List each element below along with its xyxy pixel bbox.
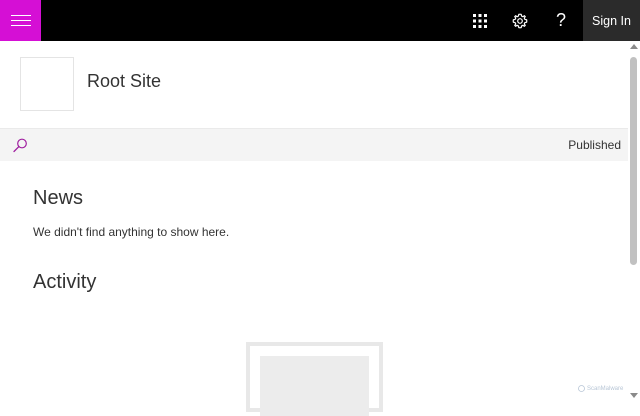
vertical-scrollbar[interactable] [628, 41, 640, 404]
watermark-text: ScanMalware [587, 385, 624, 392]
site-title[interactable]: Root Site [87, 71, 161, 92]
suite-bar: ? Sign In [0, 0, 640, 41]
help-button[interactable]: ? [541, 0, 581, 41]
hamburger-icon [10, 14, 31, 28]
help-icon: ? [555, 10, 566, 30]
activity-placeholder-image [260, 356, 369, 416]
search-button[interactable] [11, 137, 29, 155]
news-empty-message: We didn't find anything to show here. [33, 225, 230, 239]
page-status: Published [568, 138, 621, 152]
app-launcher-icon [473, 13, 487, 28]
site-logo[interactable] [20, 57, 74, 111]
app-launcher-button[interactable] [460, 0, 500, 41]
scroll-down-arrow-icon[interactable] [630, 393, 638, 398]
activity-placeholder-card [246, 342, 383, 416]
settings-button[interactable] [500, 0, 540, 41]
command-bar: Published [0, 128, 628, 161]
scanmalware-logo-icon [578, 385, 585, 392]
hamburger-menu-button[interactable] [0, 0, 41, 41]
gear-icon [512, 13, 528, 28]
scrollbar-thumb[interactable] [630, 57, 637, 265]
watermark: ScanMalware [578, 385, 623, 392]
scroll-up-arrow-icon[interactable] [630, 44, 638, 49]
sign-in-button[interactable]: Sign In [583, 0, 640, 41]
news-heading: News [33, 187, 84, 209]
search-icon [13, 138, 27, 153]
activity-heading: Activity [33, 271, 97, 293]
